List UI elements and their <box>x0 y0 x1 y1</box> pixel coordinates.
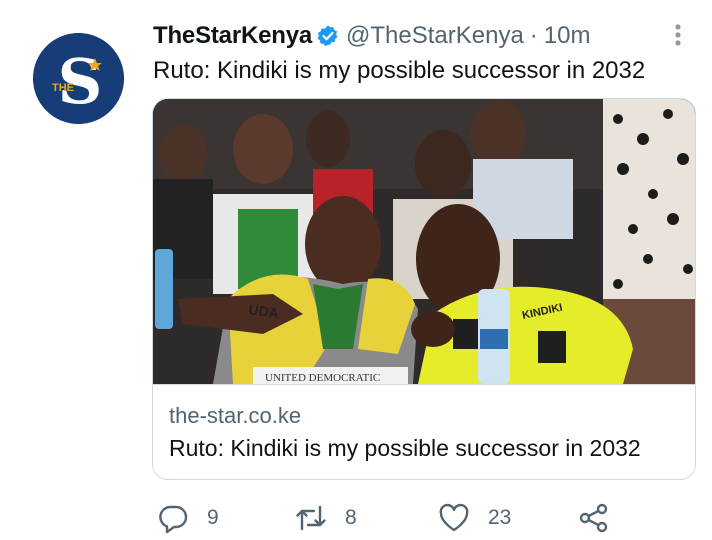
the-star-logo: S THE <box>33 33 124 124</box>
retweet-icon <box>295 502 327 534</box>
separator-dot: · <box>529 22 538 49</box>
card-image: UDA KINDIKI UNITED DEMOCRATIC <box>153 99 695 384</box>
tweet-header: TheStarKenya @TheStarKenya · 10m <box>153 20 590 52</box>
verified-badge-icon <box>316 24 340 48</box>
like-button[interactable]: 23 <box>438 498 511 538</box>
avatar[interactable]: S THE <box>33 33 124 124</box>
reply-icon <box>157 502 189 534</box>
author-handle[interactable]: @TheStarKenya <box>346 22 524 50</box>
retweet-count: 8 <box>345 506 357 529</box>
more-options-icon[interactable] <box>666 22 690 48</box>
tweet-text: Ruto: Kindiki is my possible successor i… <box>153 57 646 84</box>
svg-text:THE: THE <box>52 82 74 94</box>
card-domain: the-star.co.ke <box>169 403 302 428</box>
like-count: 23 <box>488 506 512 529</box>
timestamp[interactable]: 10m <box>544 22 591 50</box>
card-meta[interactable]: the-star.co.ke Ruto: Kindiki is my possi… <box>153 384 695 479</box>
card-title: Ruto: Kindiki is my possible successor i… <box>169 435 641 461</box>
retweet-button[interactable]: 8 <box>295 498 357 538</box>
share-icon <box>578 502 610 534</box>
author-name[interactable]: TheStarKenya <box>153 22 312 50</box>
share-button[interactable] <box>578 498 610 538</box>
table-sign-text: UNITED DEMOCRATIC <box>265 372 380 384</box>
like-icon <box>438 502 470 534</box>
reply-button[interactable]: 9 <box>157 498 219 538</box>
tweet-actions: 9 8 23 <box>0 498 712 540</box>
link-card[interactable]: UDA KINDIKI UNITED DEMOCRATIC the-star.c… <box>152 98 696 480</box>
reply-count: 9 <box>207 506 219 529</box>
